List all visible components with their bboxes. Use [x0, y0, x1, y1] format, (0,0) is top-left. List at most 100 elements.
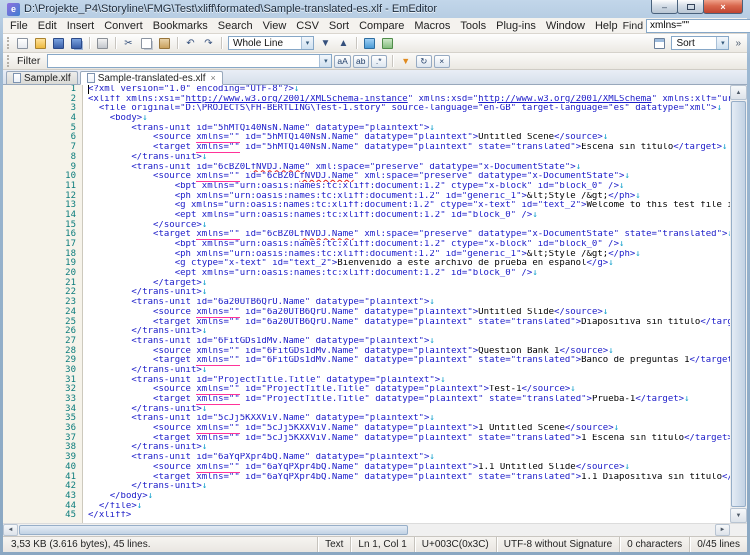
code-line[interactable]: <g xmlns="urn:oasis:names:tc:xliff:docum…: [88, 201, 730, 211]
code-line[interactable]: <trans-unit id="6aYqPXpr4bQ.Name" dataty…: [88, 453, 730, 463]
menu-file[interactable]: File: [5, 20, 33, 32]
cut-icon[interactable]: ✂: [120, 35, 137, 51]
menu-sort[interactable]: Sort: [324, 20, 354, 32]
scroll-right-icon[interactable]: ►: [715, 524, 730, 536]
status-char-code[interactable]: U+003C(0x3C): [414, 537, 496, 552]
horizontal-scroll-track[interactable]: [19, 524, 714, 536]
code-line[interactable]: <xliff xmlns:xsi="http://www.w3.org/2001…: [88, 95, 730, 105]
code-line[interactable]: <ept xmlns="urn:oasis:names:tc:xliff:doc…: [88, 269, 730, 279]
line-number[interactable]: 3: [3, 104, 76, 114]
toolbar-grip[interactable]: [7, 37, 10, 49]
line-number[interactable]: 7: [3, 143, 76, 153]
code-line[interactable]: <ept xmlns="urn:oasis:names:tc:xliff:doc…: [88, 211, 730, 221]
line-number-gutter[interactable]: 1234567891011121314151617181920212223242…: [3, 85, 83, 523]
open-file-icon[interactable]: [32, 35, 49, 51]
menu-macros[interactable]: Macros: [409, 20, 455, 32]
menu-edit[interactable]: Edit: [33, 20, 62, 32]
line-number[interactable]: 1: [3, 85, 76, 95]
window-split-icon[interactable]: [651, 35, 668, 51]
menu-compare[interactable]: Compare: [354, 20, 409, 32]
code-line[interactable]: </file>↓: [88, 502, 730, 512]
code-line[interactable]: </trans-unit>↓: [88, 288, 730, 298]
compare-icon[interactable]: [379, 35, 396, 51]
status-encoding[interactable]: UTF-8 without Signature: [496, 537, 619, 552]
code-line[interactable]: </source>↓: [88, 221, 730, 231]
code-line[interactable]: <trans-unit id="5hMTQi40NsN.Name" dataty…: [88, 124, 730, 134]
menu-csv[interactable]: CSV: [291, 20, 324, 32]
line-number[interactable]: 2: [3, 95, 76, 105]
code-line[interactable]: <body>↓: [88, 114, 730, 124]
scroll-up-icon[interactable]: ▲: [730, 85, 747, 100]
scroll-down-icon[interactable]: ▼: [730, 508, 747, 523]
code-line[interactable]: </trans-unit>↓: [88, 327, 730, 337]
code-line[interactable]: <source xmlns="" id="6a20UTB6QrU.Name" d…: [88, 308, 730, 318]
code-line[interactable]: </trans-unit>↓: [88, 443, 730, 453]
bookmark-icon[interactable]: [361, 35, 378, 51]
horizontal-scrollbar[interactable]: ◄ ►: [3, 523, 747, 536]
code-line[interactable]: <source xmlns="" id="6cBZ0LfNVDJ.Name" x…: [88, 172, 730, 182]
close-button[interactable]: ×: [703, 0, 743, 14]
undo-icon[interactable]: ↶: [182, 35, 199, 51]
code-line[interactable]: <source xmlns="" id="6aYqPXpr4bQ.Name" d…: [88, 463, 730, 473]
paste-icon[interactable]: [156, 35, 173, 51]
code-line[interactable]: <target xmlns="" id="6cBZ0LfNVDJ.Name" x…: [88, 230, 730, 240]
save-icon[interactable]: [50, 35, 67, 51]
tab-sample-translated-es-xlf[interactable]: Sample-translated-es.xlf ×: [80, 71, 223, 85]
menu-search[interactable]: Search: [213, 20, 258, 32]
line-number[interactable]: 45: [3, 511, 76, 521]
search-mode-combo[interactable]: Whole Line ▾: [228, 36, 314, 50]
code-line[interactable]: </trans-unit>↓: [88, 405, 730, 415]
redo-icon[interactable]: ↷: [200, 35, 217, 51]
code-line[interactable]: <ph xmlns="urn:oasis:names:tc:xliff:docu…: [88, 250, 730, 260]
code-line[interactable]: <bpt xmlns="urn:oasis:names:tc:xliff:doc…: [88, 240, 730, 250]
code-line[interactable]: </target>↓: [88, 279, 730, 289]
code-line[interactable]: <source xmlns="" id="5cJj5KXXViV.Name" d…: [88, 424, 730, 434]
editor-pane[interactable]: 1234567891011121314151617181920212223242…: [3, 85, 747, 523]
minimize-button[interactable]: –: [651, 0, 678, 14]
menu-insert[interactable]: Insert: [62, 20, 100, 32]
filter-toolbar-grip[interactable]: [7, 55, 10, 67]
title-bar[interactable]: e D:\Projekte_P4\Storyline\FMG\Test\xlif…: [3, 0, 747, 18]
match-case-button[interactable]: aA: [334, 55, 350, 68]
code-line[interactable]: <target xmlns="" id="5hMTQi40NsN.Name" d…: [88, 143, 730, 153]
filter-combobox[interactable]: ▾: [47, 54, 332, 68]
code-line[interactable]: <trans-unit id="6FitGDs1dMv.Name" dataty…: [88, 337, 730, 347]
find-input[interactable]: [647, 20, 750, 32]
code-line[interactable]: <target xmlns="" id="6a20UTB6QrU.Name" d…: [88, 318, 730, 328]
vertical-scrollbar[interactable]: ▲ ▼: [730, 85, 747, 523]
regex-button[interactable]: .*: [371, 55, 387, 68]
save-all-icon[interactable]: [68, 35, 85, 51]
refresh-filter-icon[interactable]: ↻: [416, 55, 432, 68]
code-line[interactable]: <?xml version="1.0" encoding="UTF-8"?>↓: [88, 85, 730, 95]
line-number[interactable]: 5: [3, 124, 76, 134]
find-previous-icon[interactable]: ▲: [335, 35, 352, 51]
code-line[interactable]: <source xmlns="" id="6FitGDs1dMv.Name" d…: [88, 347, 730, 357]
code-line[interactable]: <g ctype="x-text" id="text_2">Bienvenido…: [88, 259, 730, 269]
menu-convert[interactable]: Convert: [99, 20, 148, 32]
line-number[interactable]: 8: [3, 153, 76, 163]
status-mode[interactable]: Text: [317, 537, 350, 552]
maximize-button[interactable]: [677, 0, 704, 14]
code-line[interactable]: <target xmlns="" id="5cJj5KXXViV.Name" d…: [88, 434, 730, 444]
menu-window[interactable]: Window: [541, 20, 590, 32]
code-line[interactable]: </body>↓: [88, 492, 730, 502]
code-line[interactable]: <file original="D:\PROJECTS\FH-BERTLING\…: [88, 104, 730, 114]
chevron-down-icon[interactable]: ▾: [301, 37, 313, 49]
scroll-left-icon[interactable]: ◄: [3, 524, 18, 536]
vertical-scroll-thumb[interactable]: [731, 101, 746, 507]
line-number[interactable]: 4: [3, 114, 76, 124]
code-line[interactable]: <trans-unit id="6cBZ0LfNVDJ.Name" xml:sp…: [88, 163, 730, 173]
toolbar-overflow-icon[interactable]: »: [732, 38, 744, 49]
code-line[interactable]: <trans-unit id="ProjectTitle.Title" data…: [88, 376, 730, 386]
new-file-icon[interactable]: [14, 35, 31, 51]
status-caret-position[interactable]: Ln 1, Col 1: [350, 537, 413, 552]
menu-tools[interactable]: Tools: [455, 20, 491, 32]
tab-sample-xlf[interactable]: Sample.xlf: [6, 71, 78, 84]
code-line[interactable]: <bpt xmlns="urn:oasis:names:tc:xliff:doc…: [88, 182, 730, 192]
horizontal-scroll-thumb[interactable]: [19, 525, 408, 535]
menu-view[interactable]: View: [258, 20, 292, 32]
clear-filter-icon[interactable]: ×: [434, 55, 450, 68]
chevron-down-icon[interactable]: ▾: [319, 55, 331, 67]
tab-close-icon[interactable]: ×: [211, 74, 216, 83]
filter-input[interactable]: [48, 55, 319, 67]
